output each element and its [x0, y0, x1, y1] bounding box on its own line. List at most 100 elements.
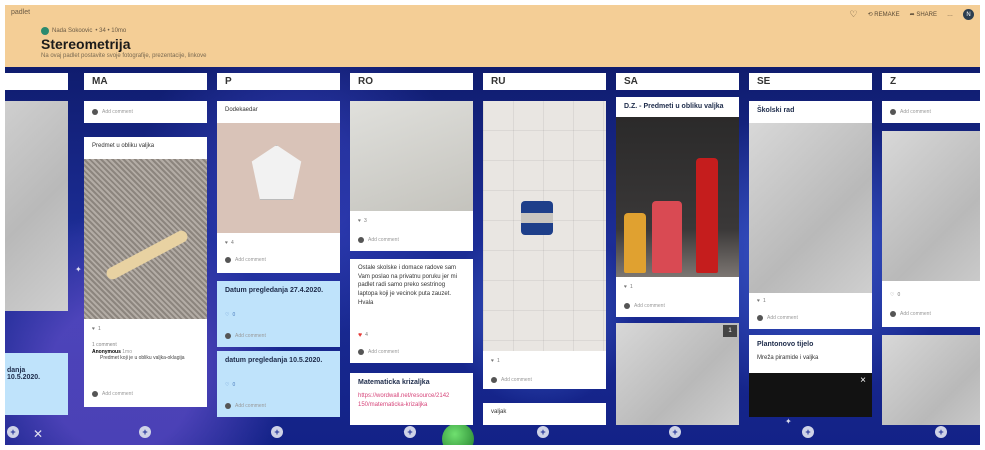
column-sa: SA D.Z. - Predmeti u obliku valjka ♥ 1 Ad…: [616, 73, 739, 425]
star-icon: ✦: [75, 265, 82, 274]
post-card[interactable]: Ostale skolske i domace radove sam Vam p…: [350, 259, 473, 363]
column-header[interactable]: [5, 73, 68, 90]
cylinder-tin: [652, 201, 682, 273]
post-image[interactable]: [84, 159, 207, 319]
avatar: [491, 377, 497, 383]
planet-decoration: [442, 423, 474, 445]
column-ro: RO ♥ 3 Add comment Ostale skolske i domac…: [350, 73, 473, 425]
post-title: danja 10.5.2020.: [7, 367, 41, 381]
post-image[interactable]: [616, 323, 739, 425]
heart-icon[interactable]: ♡: [850, 9, 858, 20]
post-text: Dodekaedar: [225, 107, 258, 113]
post-card[interactable]: Školski rad ♥ 1 Add comment: [749, 101, 872, 329]
add-post-button[interactable]: +: [7, 426, 19, 438]
like-count[interactable]: ♥ 4: [350, 329, 473, 341]
user-avatar[interactable]: N: [963, 9, 974, 20]
like-count[interactable]: ♡ 0: [217, 379, 340, 391]
post-card[interactable]: D.Z. - Predmeti u obliku valjka ♥ 1 Add c…: [616, 97, 739, 317]
post-text: valjak: [491, 409, 507, 415]
avatar: [890, 311, 896, 317]
add-comment[interactable]: Add comment: [84, 387, 207, 401]
column-header[interactable]: RO: [350, 73, 473, 90]
add-comment[interactable]: Add comment: [882, 307, 980, 321]
comment-text: Predmet koji je u obliku valjka-oklagija: [100, 355, 185, 361]
post-image[interactable]: [749, 123, 872, 293]
post-card[interactable]: Datum pregledanja 27.4.2020. ♡ 0 Add comm…: [217, 281, 340, 347]
post-image[interactable]: [882, 335, 980, 425]
like-count[interactable]: ♥ 1: [483, 355, 606, 367]
post-image[interactable]: [5, 101, 68, 311]
add-comment[interactable]: Add comment: [749, 311, 872, 325]
add-post-button[interactable]: +: [802, 426, 814, 438]
like-count[interactable]: ♡ 0: [882, 289, 980, 301]
post-card[interactable]: valjak: [483, 403, 606, 425]
more-icon[interactable]: …: [947, 12, 953, 18]
remake-button[interactable]: ⟲ REMAKE: [868, 11, 900, 18]
add-post-button[interactable]: +: [139, 426, 151, 438]
post-card[interactable]: ♥ 3 Add comment: [350, 101, 473, 251]
post-card[interactable]: Add comment: [84, 101, 207, 123]
add-comment[interactable]: Add comment: [217, 399, 340, 413]
post-image[interactable]: [350, 101, 473, 211]
cylinder-can: [521, 201, 553, 235]
add-comment[interactable]: Add comment: [882, 105, 980, 119]
column-header[interactable]: SA: [616, 73, 739, 90]
add-post-button[interactable]: +: [669, 426, 681, 438]
add-comment[interactable]: Add comment: [350, 233, 473, 247]
column-p: P Dodekaedar ♥ 4 Add comment Datum pregle…: [217, 73, 340, 417]
add-comment[interactable]: Add comment: [616, 299, 739, 313]
post-text: Ostale skolske i domace radove sam Vam p…: [358, 265, 457, 306]
post-card[interactable]: Plantonovo tijelo Mreža piramide i valjk…: [749, 335, 872, 417]
add-comment[interactable]: Add comment: [217, 253, 340, 267]
like-count[interactable]: ♥ 1: [616, 281, 739, 293]
post-title: Datum pregledanja 27.4.2020.: [225, 287, 324, 294]
column-header[interactable]: Z: [882, 73, 980, 90]
add-comment[interactable]: Add comment: [483, 373, 606, 387]
avatar: [624, 303, 630, 309]
post-image[interactable]: [483, 101, 606, 351]
heart-icon: ♡: [225, 312, 230, 318]
add-post-button[interactable]: +: [537, 426, 549, 438]
avatar: [225, 257, 231, 263]
post-title: Matematicka krizaljka: [358, 379, 430, 386]
post-card[interactable]: 1: [616, 323, 739, 425]
column-header[interactable]: P: [217, 73, 340, 90]
add-post-button[interactable]: +: [935, 426, 947, 438]
avatar: [757, 315, 763, 321]
column-header[interactable]: SE: [749, 73, 872, 90]
padlet-logo[interactable]: padlet: [11, 9, 30, 16]
like-count[interactable]: ♥ 3: [350, 215, 473, 227]
add-comment[interactable]: Add comment: [84, 105, 207, 119]
padlet-board[interactable]: ✦ ✕ ✦ ✦ ✦ danja 10.5.2020. MA Add commen…: [5, 67, 980, 445]
post-image[interactable]: [616, 117, 739, 277]
post-card[interactable]: datum pregledanja 10.5.2020. ♡ 0 Add comm…: [217, 351, 340, 417]
post-card[interactable]: Matematicka krizaljka https://wordwall.n…: [350, 373, 473, 425]
add-post-button[interactable]: +: [271, 426, 283, 438]
add-comment[interactable]: Add comment: [217, 329, 340, 343]
post-image[interactable]: [217, 123, 340, 233]
post-card[interactable]: ♡ 0 Add comment: [882, 131, 980, 327]
add-post-button[interactable]: +: [404, 426, 416, 438]
post-card[interactable]: Add comment: [882, 101, 980, 123]
post-title: Školski rad: [757, 107, 795, 114]
post-link[interactable]: https://wordwall.net/resource/2142 150/m…: [350, 392, 473, 413]
post-card[interactable]: danja 10.5.2020.: [5, 353, 68, 415]
post-card[interactable]: [882, 335, 980, 425]
author-name[interactable]: Nada Sokoovic: [52, 28, 92, 34]
attachment-count-badge[interactable]: 1: [723, 325, 737, 337]
like-count[interactable]: ♡ 0: [217, 309, 340, 321]
post-image[interactable]: [882, 131, 980, 281]
column-header[interactable]: MA: [84, 73, 207, 90]
close-icon[interactable]: ×: [860, 375, 866, 386]
add-comment[interactable]: Add comment: [350, 345, 473, 359]
like-count[interactable]: ♥ 1: [84, 323, 207, 335]
post-image[interactable]: ×: [749, 373, 872, 417]
column-header[interactable]: RU: [483, 73, 606, 90]
like-count[interactable]: ♥ 1: [749, 295, 872, 307]
like-count[interactable]: ♥ 4: [217, 237, 340, 249]
share-button[interactable]: ➦ SHARE: [910, 11, 937, 18]
post-card[interactable]: ♥ 1 Add comment: [483, 101, 606, 389]
post-text: Mreža piramide i valjka: [757, 355, 819, 361]
post-card[interactable]: Predmet u obliku valjka ♥ 1 1 comment Ano…: [84, 137, 207, 407]
post-card[interactable]: Dodekaedar ♥ 4 Add comment: [217, 101, 340, 273]
